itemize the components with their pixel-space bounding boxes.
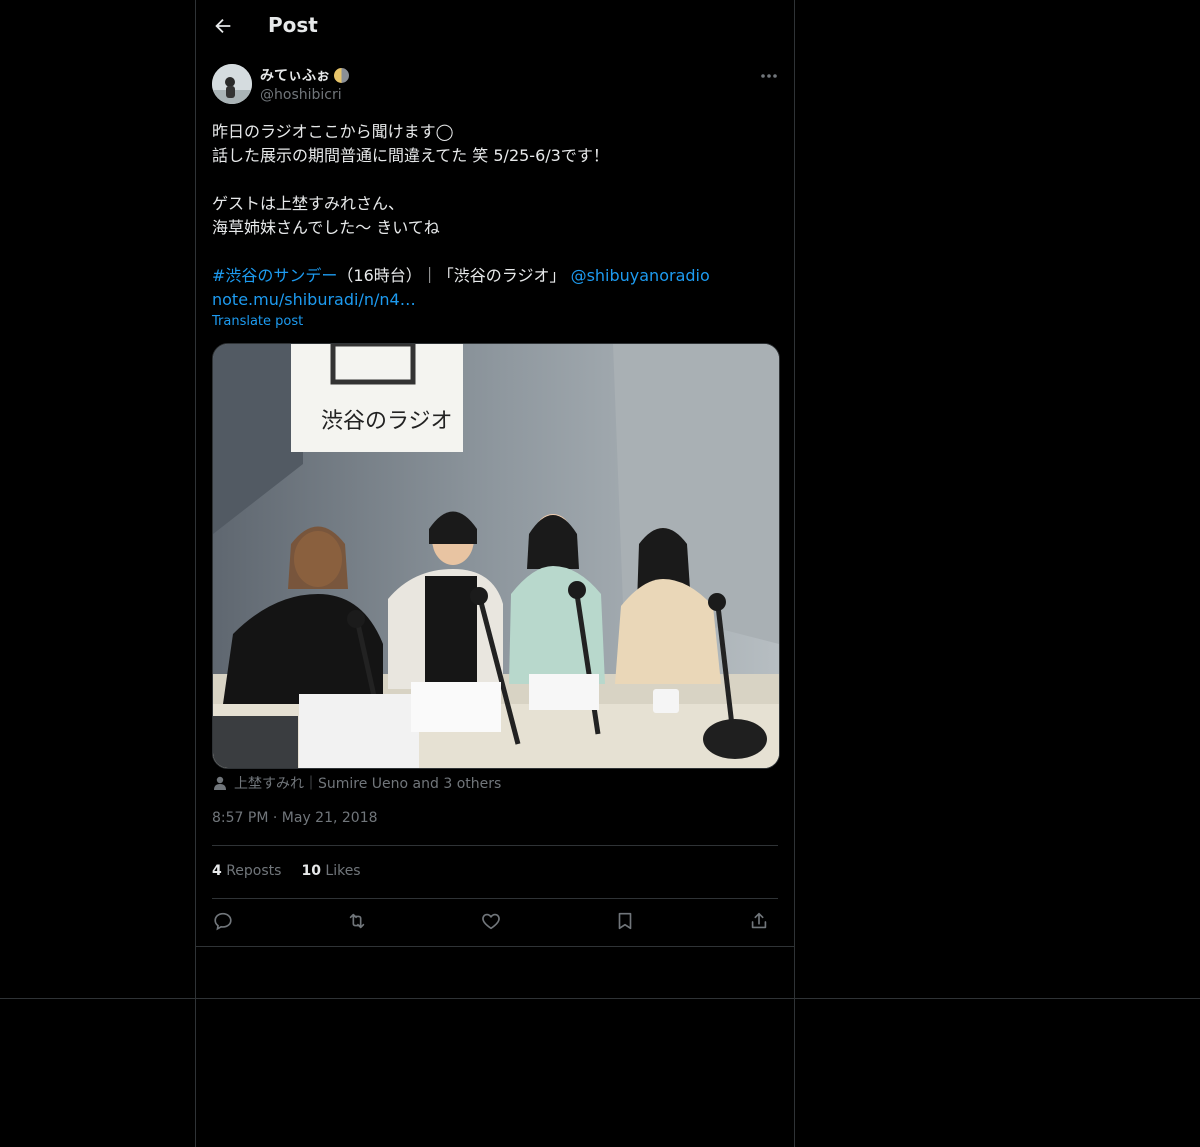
- post-stats: 4 Reposts 10 Likes: [212, 863, 361, 879]
- user-handle[interactable]: @hoshibicri: [260, 87, 342, 103]
- avatar[interactable]: [212, 64, 252, 104]
- reply-button[interactable]: [212, 910, 234, 932]
- likes-count: 10: [301, 863, 321, 879]
- display-name[interactable]: みてぃふぉ: [260, 65, 349, 85]
- display-name-text: みてぃふぉ: [260, 68, 330, 84]
- share-button[interactable]: [748, 910, 770, 932]
- photo-sign-text: 渋谷のラジオ: [321, 409, 453, 434]
- reposts-count: 4: [212, 863, 222, 879]
- moon-icon: [334, 67, 349, 83]
- reply-icon: [214, 912, 232, 931]
- post-column: Post みてぃふぉ @hoshibicri 昨日のラジオここから聞けます◯ 話…: [195, 0, 795, 1147]
- divider: [196, 946, 794, 947]
- repost-button[interactable]: [346, 910, 368, 932]
- post-text-links-line: #渋谷のサンデー（16時台）｜「渋谷のラジオ」 @shibuyanoradio: [212, 264, 772, 288]
- timestamp-separator: ·: [272, 810, 278, 826]
- back-button[interactable]: [212, 15, 234, 37]
- post-text-line: ゲストは上埜すみれさん、: [212, 194, 405, 213]
- post-text-fragment: （16時台）｜「渋谷のラジオ」: [337, 266, 566, 285]
- translate-post-link[interactable]: Translate post: [212, 314, 303, 329]
- action-bar: [212, 910, 778, 934]
- hashtag-link[interactable]: #渋谷のサンデー: [212, 266, 337, 285]
- like-icon: [482, 913, 500, 930]
- arrow-left-icon: [215, 18, 231, 34]
- bookmark-button[interactable]: [614, 910, 636, 932]
- divider: [212, 898, 778, 899]
- mention-link[interactable]: @shibuyanoradio: [571, 266, 710, 285]
- post-text-line: 昨日のラジオここから聞けます◯: [212, 122, 454, 141]
- repost-icon: [349, 913, 365, 929]
- tagged-people[interactable]: 上埜すみれ｜Sumire Ueno and 3 others: [212, 773, 501, 793]
- post-timestamp[interactable]: 8:57 PM · May 21, 2018: [212, 810, 378, 826]
- post-date: May 21, 2018: [281, 810, 378, 826]
- post-text: 昨日のラジオここから聞けます◯ 話した展示の期間普通に間違えてた 笑 5/25-…: [212, 120, 772, 312]
- divider: [212, 845, 778, 846]
- post-photo[interactable]: 渋谷のラジオ: [212, 343, 780, 769]
- likes-stat[interactable]: 10 Likes: [301, 863, 360, 879]
- person-icon: [214, 776, 226, 790]
- post-text-blank: [212, 168, 772, 192]
- post-text-blank: [212, 240, 772, 264]
- post-text-line: 話した展示の期間普通に間違えてた 笑 5/25-6/3です！: [212, 146, 609, 165]
- tagged-people-text: 上埜すみれ｜Sumire Ueno and 3 others: [234, 776, 502, 792]
- like-button[interactable]: [480, 910, 502, 932]
- likes-label: Likes: [325, 863, 361, 879]
- post-text-line: 海草姉妹さんでした〜 きいてね: [212, 218, 440, 237]
- more-icon: [761, 74, 777, 78]
- url-link[interactable]: note.mu/shiburadi/n/n4…: [212, 290, 416, 309]
- page-title: Post: [268, 13, 318, 37]
- reposts-label: Reposts: [226, 863, 282, 879]
- post-time: 8:57 PM: [212, 810, 269, 826]
- reposts-stat[interactable]: 4 Reposts: [212, 863, 281, 879]
- header: Post: [196, 0, 794, 53]
- more-button[interactable]: [756, 66, 782, 86]
- timeline-divider: [0, 998, 1200, 999]
- share-icon: [751, 912, 767, 929]
- bookmark-icon: [618, 912, 632, 930]
